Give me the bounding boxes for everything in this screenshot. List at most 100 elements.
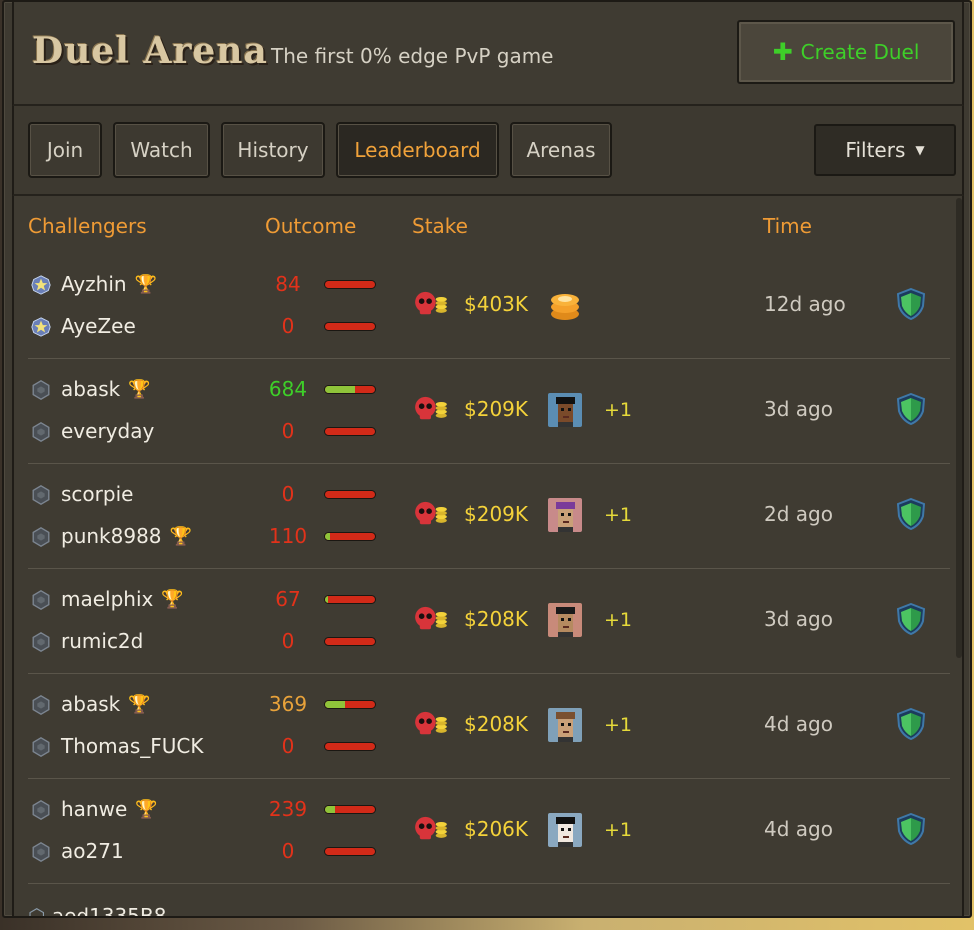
outcome-score: 110 xyxy=(268,524,308,548)
leaderboard-list[interactable]: Challengers Outcome Stake Time Ayzhin 🏆 84… xyxy=(12,196,964,918)
health-bar xyxy=(324,385,376,394)
health-bar xyxy=(324,280,376,289)
punk-avatar-icon[interactable] xyxy=(548,498,582,532)
create-duel-button[interactable]: ✚ Create Duel xyxy=(737,20,955,84)
duel-row[interactable]: scorpie 0 punk8988 🏆 110 $209K +1 2d ago xyxy=(28,464,950,569)
provably-fair-shield-icon[interactable] xyxy=(896,497,926,531)
player-name-text: scorpie xyxy=(61,482,134,506)
trophy-icon: 🏆 xyxy=(161,589,184,610)
stake-value: $208K xyxy=(464,607,529,631)
tab-bar: Join Watch History Leaderboard Arenas Fi… xyxy=(12,106,964,196)
tab-leaderboard[interactable]: Leaderboard xyxy=(336,122,499,178)
outcome-score: 0 xyxy=(281,839,295,863)
tagline: The first 0% edge PvP game xyxy=(271,44,554,68)
extra-items-count[interactable]: +1 xyxy=(604,609,632,631)
player-name[interactable]: everyday xyxy=(61,419,154,443)
punk-avatar-icon[interactable] xyxy=(548,393,582,427)
duel-row[interactable]: hanwe 🏆 239 ao271 0 $206K +1 4d ago xyxy=(28,779,950,884)
punk-avatar-icon[interactable] xyxy=(548,708,582,742)
skull-coins-icon xyxy=(412,395,450,423)
punk-avatar-icon[interactable] xyxy=(548,813,582,847)
player-name[interactable]: hanwe 🏆 xyxy=(61,797,158,821)
logo: Duel Arena xyxy=(32,30,268,72)
trophy-icon: 🏆 xyxy=(169,526,192,547)
duel-row[interactable]: Ayzhin 🏆 84 AyeZee 0 $403K 12d ago xyxy=(28,254,950,359)
header: Duel Arena The first 0% edge PvP game ✚ … xyxy=(12,2,964,106)
player-name[interactable]: Thomas_FUCK xyxy=(61,734,204,758)
player-name-text: abask xyxy=(61,377,121,401)
star-badge-icon xyxy=(30,316,52,338)
outcome-score: 67 xyxy=(275,587,301,611)
hexagon-badge-icon xyxy=(30,736,52,758)
extra-items-count[interactable]: +1 xyxy=(604,819,632,841)
duel-row[interactable]: abask 🏆 369 Thomas_FUCK 0 $208K +1 4d ago xyxy=(28,674,950,779)
player-name[interactable]: abask 🏆 xyxy=(61,377,151,401)
stake-value: $403K xyxy=(464,292,529,316)
trophy-icon: 🏆 xyxy=(128,379,151,400)
duel-row[interactable]: maelphix 🏆 67 rumic2d 0 $208K +1 3d ago xyxy=(28,569,950,674)
player-name[interactable]: maelphix 🏆 xyxy=(61,587,184,611)
hexagon-badge-icon xyxy=(30,526,52,548)
outcome-score: 84 xyxy=(275,272,301,296)
provably-fair-shield-icon[interactable] xyxy=(896,392,926,426)
hexagon-badge-icon xyxy=(30,589,52,611)
column-header-challengers: Challengers xyxy=(28,214,147,238)
partial-player-name: aed1335B8 xyxy=(51,904,167,918)
player-name[interactable]: scorpie xyxy=(61,482,133,506)
hexagon-badge-icon xyxy=(30,694,52,716)
duel-row[interactable]: abask 🏆 684 everyday 0 $209K +1 3d ago xyxy=(28,359,950,464)
player-name[interactable]: Ayzhin 🏆 xyxy=(61,272,157,296)
extra-items-count[interactable]: +1 xyxy=(604,399,632,421)
provably-fair-shield-icon[interactable] xyxy=(896,287,926,321)
trophy-icon: 🏆 xyxy=(128,694,151,715)
hexagon-badge-icon xyxy=(30,841,52,863)
duel-time: 4d ago xyxy=(764,712,833,736)
filters-button[interactable]: Filters ▼ xyxy=(814,124,956,176)
skull-coins-icon xyxy=(412,500,450,528)
health-bar-fill xyxy=(325,701,345,708)
health-bar xyxy=(324,847,376,856)
health-bar xyxy=(324,322,376,331)
health-bar xyxy=(324,742,376,751)
outcome-score: 239 xyxy=(268,797,308,821)
tab-watch[interactable]: Watch xyxy=(113,122,210,178)
outcome-score: 0 xyxy=(281,734,295,758)
trophy-icon: 🏆 xyxy=(135,799,158,820)
stake-value: $206K xyxy=(464,817,529,841)
orange-coin-stack-icon[interactable] xyxy=(548,288,582,322)
star-badge-icon xyxy=(30,274,52,296)
extra-items-count[interactable]: +1 xyxy=(604,714,632,736)
player-name[interactable]: ao271 xyxy=(61,839,124,863)
tab-label: Watch xyxy=(130,138,193,162)
player-name[interactable]: AyeZee xyxy=(61,314,136,338)
skull-coins-icon xyxy=(412,290,450,318)
outcome-score: 0 xyxy=(281,629,295,653)
hexagon-badge-icon xyxy=(30,631,52,653)
column-header-stake: Stake xyxy=(412,214,468,238)
filters-label: Filters xyxy=(845,138,906,162)
player-name-text: punk8988 xyxy=(61,524,162,548)
tab-history[interactable]: History xyxy=(221,122,325,178)
punk-avatar-icon[interactable] xyxy=(548,603,582,637)
trophy-icon: 🏆 xyxy=(134,274,157,295)
tab-arenas[interactable]: Arenas xyxy=(510,122,612,178)
tab-label: Leaderboard xyxy=(354,138,481,162)
stake-value: $209K xyxy=(464,502,529,526)
provably-fair-shield-icon[interactable] xyxy=(896,602,926,636)
outcome-score: 0 xyxy=(281,314,295,338)
player-name[interactable]: punk8988 🏆 xyxy=(61,524,192,548)
hexagon-badge-icon xyxy=(30,421,52,443)
provably-fair-shield-icon[interactable] xyxy=(896,812,926,846)
provably-fair-shield-icon[interactable] xyxy=(896,707,926,741)
tab-join[interactable]: Join xyxy=(28,122,102,178)
extra-items-count[interactable]: +1 xyxy=(604,504,632,526)
duel-time: 4d ago xyxy=(764,817,833,841)
caret-down-icon: ▼ xyxy=(915,143,925,157)
player-name-text: hanwe xyxy=(61,797,128,821)
outcome-score: 684 xyxy=(268,377,308,401)
scrollbar[interactable] xyxy=(956,198,962,658)
player-name[interactable]: abask 🏆 xyxy=(61,692,151,716)
player-name[interactable]: rumic2d xyxy=(61,629,143,653)
player-name-text: AyeZee xyxy=(61,314,136,338)
skull-coins-icon xyxy=(412,815,450,843)
